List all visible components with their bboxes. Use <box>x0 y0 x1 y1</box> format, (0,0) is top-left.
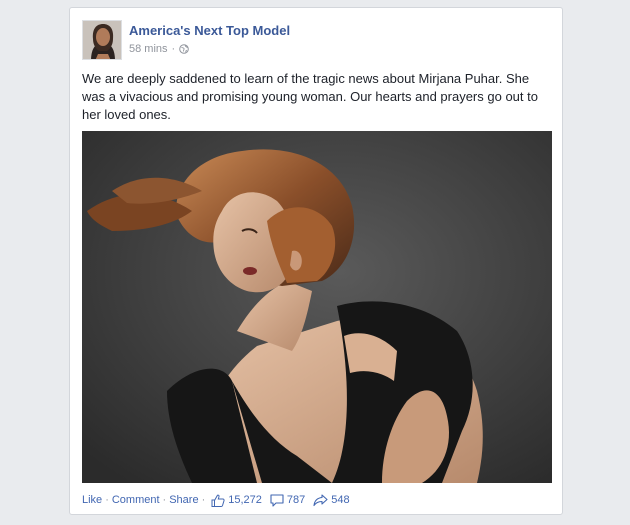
like-count-value: 15,272 <box>228 494 262 506</box>
comment-bubble-icon <box>270 493 284 507</box>
share-count-value: 548 <box>331 494 350 506</box>
thumbs-up-icon <box>211 494 225 507</box>
globe-icon[interactable] <box>179 44 190 54</box>
action-separator: · <box>162 494 167 506</box>
post-text: We are deeply saddened to learn of the t… <box>82 71 538 122</box>
avatar-portrait-icon <box>83 21 121 59</box>
comment-count[interactable]: 787 <box>270 493 306 507</box>
portrait-photo-image <box>82 131 552 483</box>
post-header: America's Next Top Model 58 mins · <box>82 20 552 60</box>
comment-link[interactable]: Comment <box>112 494 160 506</box>
page-avatar[interactable] <box>82 20 122 60</box>
comment-count-value: 787 <box>286 494 306 506</box>
post-card: America's Next Top Model 58 mins · We ar… <box>69 7 563 515</box>
like-count[interactable]: 15,272 <box>211 494 262 507</box>
share-count[interactable]: 548 <box>313 493 350 507</box>
share-arrow-icon <box>313 493 328 506</box>
meta-separator: · <box>171 43 176 55</box>
action-separator: · <box>201 494 206 506</box>
post-photo[interactable] <box>82 131 552 483</box>
post-action-bar: Like · Comment · Share · 15,272 787 548 <box>82 493 350 507</box>
page-name-link[interactable]: America's Next Top Model <box>129 23 290 38</box>
post-timestamp[interactable]: 58 mins <box>129 43 168 55</box>
action-separator: · <box>105 494 109 506</box>
post-meta: 58 mins · <box>129 43 190 55</box>
like-link[interactable]: Like <box>82 494 102 506</box>
share-link[interactable]: Share <box>169 494 198 506</box>
